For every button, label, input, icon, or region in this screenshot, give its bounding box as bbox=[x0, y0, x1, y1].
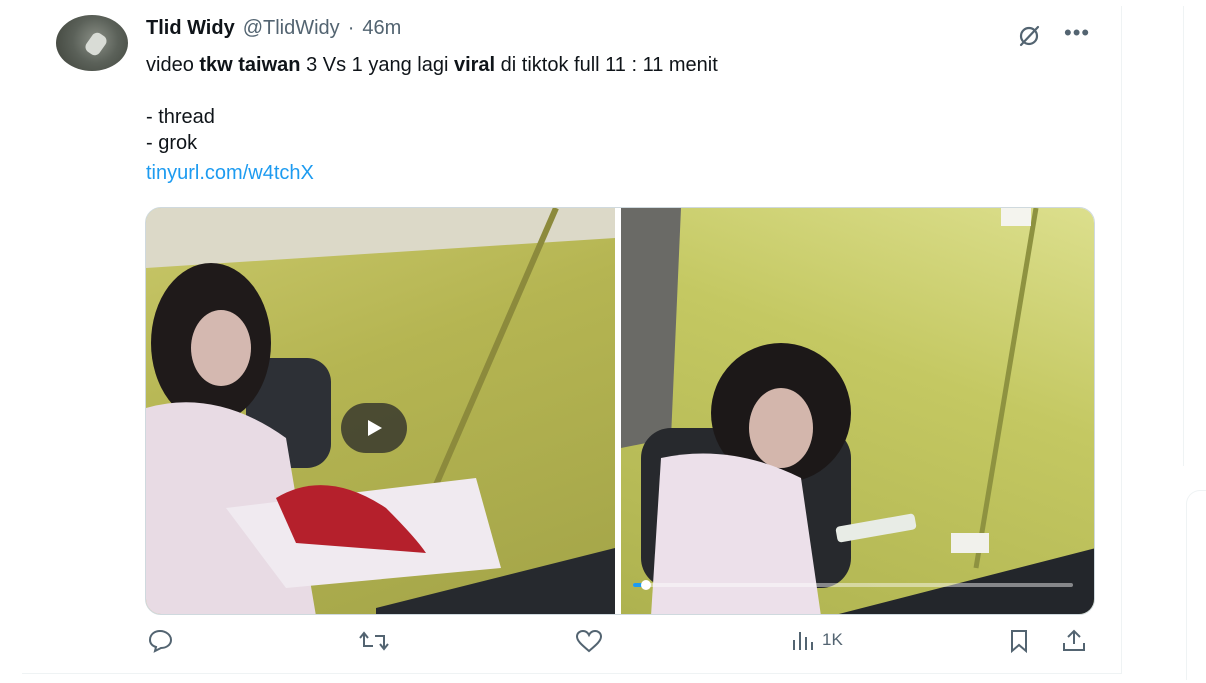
tweet-header: Tlid Widy @TlidWidy · 46m bbox=[146, 17, 401, 40]
header-separator: · bbox=[347, 17, 355, 39]
tweet-text-line-1: video tkw taiwan 3 Vs 1 yang lagi viral … bbox=[146, 54, 718, 76]
column-divider bbox=[1183, 6, 1184, 466]
views-icon bbox=[793, 632, 813, 650]
like-button[interactable] bbox=[574, 628, 604, 654]
avatar[interactable] bbox=[56, 15, 128, 71]
tweet-time[interactable]: 46m bbox=[362, 17, 401, 40]
left-image[interactable] bbox=[146, 208, 615, 614]
share-button[interactable] bbox=[1060, 628, 1088, 654]
views-count: 1K bbox=[822, 630, 843, 649]
author-handle[interactable]: @TlidWidy bbox=[243, 17, 340, 40]
media-grid[interactable] bbox=[145, 207, 1095, 615]
more-icon[interactable]: ••• bbox=[1064, 20, 1090, 46]
tweet-text: video tkw taiwan 3 Vs 1 yang lagi viral … bbox=[146, 52, 718, 186]
author-name[interactable]: Tlid Widy bbox=[146, 17, 235, 40]
bookmark-button[interactable] bbox=[1006, 628, 1032, 654]
grok-icon[interactable] bbox=[1015, 22, 1043, 50]
views-button[interactable]: 1K bbox=[790, 628, 843, 652]
tweet-text-line-3: - grok bbox=[146, 132, 198, 154]
play-icon bbox=[368, 420, 382, 436]
tweet-text-line-2: - thread bbox=[146, 106, 215, 128]
play-button[interactable] bbox=[341, 403, 407, 453]
bookmark-icon bbox=[1011, 630, 1027, 654]
video-progress-track[interactable] bbox=[633, 580, 1073, 590]
heart-icon bbox=[575, 629, 603, 653]
share-icon bbox=[1063, 629, 1085, 651]
reply-button[interactable] bbox=[146, 628, 174, 654]
right-image[interactable] bbox=[621, 208, 1094, 614]
reply-icon bbox=[148, 629, 173, 653]
tweet-link[interactable]: tinyurl.com/w4tchX bbox=[146, 160, 718, 186]
tweet-actions: 1K bbox=[0, 628, 1206, 668]
retweet-button[interactable] bbox=[358, 628, 390, 654]
retweet-icon bbox=[359, 631, 389, 651]
